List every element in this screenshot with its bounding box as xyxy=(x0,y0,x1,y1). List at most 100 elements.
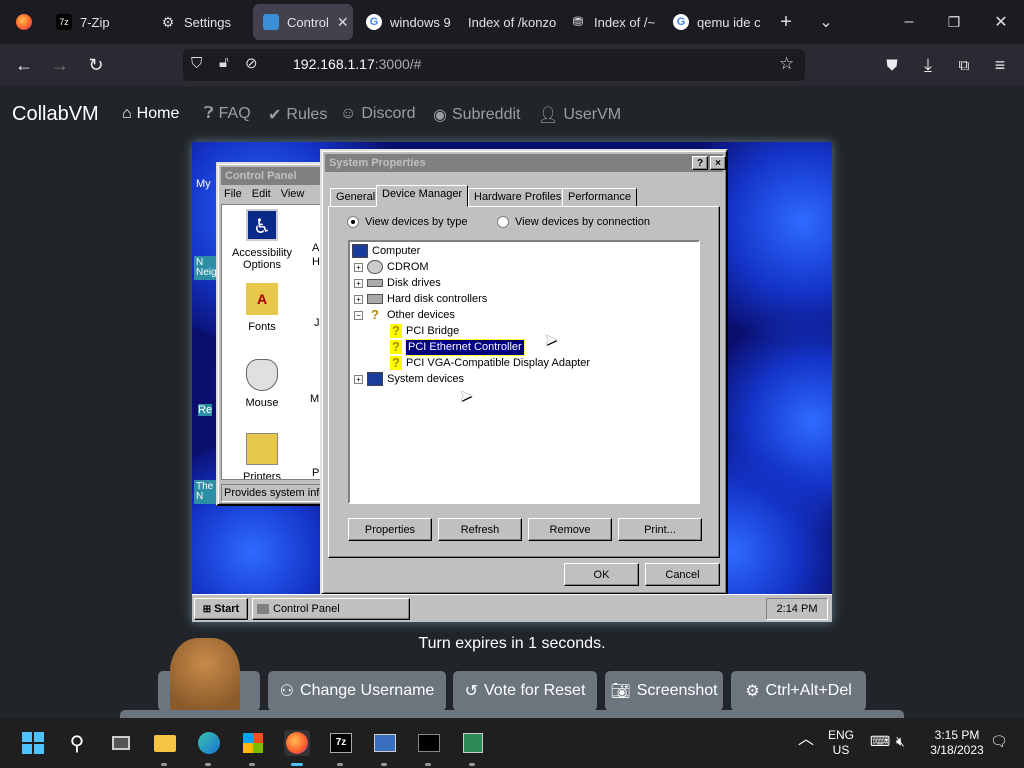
collapse-icon[interactable]: − xyxy=(354,310,363,320)
task-manager-icon[interactable] xyxy=(460,730,486,756)
7zip-taskbar-icon[interactable]: 7z xyxy=(328,730,354,756)
tab-general[interactable]: General xyxy=(330,188,382,207)
chevron-up-icon[interactable]: ︿ xyxy=(798,732,814,748)
cancel-button[interactable]: Cancel xyxy=(645,563,720,586)
nav-subreddit[interactable]: ◉ Subreddit xyxy=(433,105,520,125)
forward-icon[interactable]: → xyxy=(46,51,74,79)
tree-node-system-devices[interactable]: + System devices xyxy=(354,371,464,387)
control-panel-taskbar-icon[interactable] xyxy=(372,730,398,756)
refresh-button[interactable]: Refresh xyxy=(438,518,522,541)
terminal-icon[interactable] xyxy=(416,730,442,756)
tab-settings[interactable]: ⚙ Settings xyxy=(150,4,250,40)
reload-icon[interactable]: ↻ xyxy=(82,51,110,79)
radio-by-type[interactable] xyxy=(347,216,359,228)
close-dialog-button[interactable]: × xyxy=(710,156,726,170)
start-icon[interactable] xyxy=(20,730,46,756)
accessibility-options-item[interactable]: ♿︎ Accessibility Options xyxy=(227,209,297,271)
system-properties-dialog[interactable]: System Properties ? × General Device Man… xyxy=(320,149,728,595)
minimize-icon[interactable]: – xyxy=(895,8,923,36)
print-button[interactable]: Print... xyxy=(618,518,702,541)
tree-node-computer[interactable]: Computer xyxy=(352,243,420,259)
tab-windows9[interactable]: G windows 9 xyxy=(356,4,456,40)
menu-edit[interactable]: Edit xyxy=(252,188,271,200)
change-username-button[interactable]: ⚇ Change Username xyxy=(268,671,446,711)
tab-index-home[interactable]: ⛃ Index of /~ xyxy=(560,4,660,40)
task-view-icon[interactable] xyxy=(108,730,134,756)
desktop-label-my-computer[interactable]: My xyxy=(196,178,211,190)
nav-rules[interactable]: ✔ Rules xyxy=(268,105,327,125)
mouse-item[interactable]: Mouse xyxy=(227,359,297,409)
tree-node-disk-drives[interactable]: + Disk drives xyxy=(354,275,441,291)
pocket-icon[interactable]: ⛊ xyxy=(878,51,906,79)
screenshot-button[interactable]: 📷︎ Screenshot xyxy=(605,671,723,711)
notifications-icon[interactable]: 🗨︎ xyxy=(990,734,1008,749)
tree-node-pci-vga[interactable]: ? PCI VGA-Compatible Display Adapter xyxy=(390,355,590,371)
search-icon[interactable]: ⚲ xyxy=(64,730,90,756)
taskbar-control-panel-button[interactable]: Control Panel xyxy=(252,598,410,620)
permissions-icon[interactable]: ⊘ xyxy=(245,54,258,72)
tab-7zip[interactable]: 7z 7-Zip xyxy=(46,4,146,40)
vote-reset-button[interactable]: ↺ Vote for Reset xyxy=(453,671,597,711)
restore-icon[interactable]: ❐ xyxy=(940,8,968,36)
new-tab-icon[interactable]: + xyxy=(772,8,800,36)
radio-by-connection[interactable] xyxy=(497,216,509,228)
menu-view[interactable]: View xyxy=(281,188,305,200)
hamburger-menu-icon[interactable]: ≡ xyxy=(986,51,1014,79)
bookmark-star-icon[interactable]: ☆ xyxy=(779,54,794,74)
tab-device-manager[interactable]: Device Manager xyxy=(376,185,469,207)
properties-button[interactable]: Properties xyxy=(348,518,432,541)
store-icon[interactable] xyxy=(240,730,266,756)
desktop-label-network[interactable]: N Neig xyxy=(194,256,218,280)
desktop-label-recycle[interactable]: Re xyxy=(198,404,213,416)
back-icon[interactable]: ← xyxy=(10,51,38,79)
vm-screen[interactable]: My N Neig Re The N Control Panel File Edit… xyxy=(192,142,832,622)
url-text[interactable]: 192.168.1.17:3000/# xyxy=(293,56,421,72)
nav-home[interactable]: ⌂ Home xyxy=(122,105,179,123)
tree-node-hdc[interactable]: + Hard disk controllers xyxy=(354,291,487,307)
expand-icon[interactable]: + xyxy=(354,278,363,288)
help-button[interactable]: ? xyxy=(692,156,708,170)
firefox-menu-icon[interactable] xyxy=(6,4,36,40)
shield-icon[interactable]: ⛉ xyxy=(191,55,202,72)
expand-icon[interactable]: + xyxy=(354,262,363,272)
tree-node-pci-bridge[interactable]: ? PCI Bridge xyxy=(390,323,459,339)
close-window-icon[interactable]: ✕ xyxy=(987,8,1015,36)
ok-button[interactable]: OK xyxy=(564,563,639,586)
start-button[interactable]: ⊞ Start xyxy=(194,598,248,620)
url-bar[interactable]: ⛉ 🔓︎ ⊘ 192.168.1.17:3000/# ☆ xyxy=(183,49,805,81)
radio-by-connection-label[interactable]: View devices by connection xyxy=(515,216,650,228)
printers-item[interactable]: Printers xyxy=(227,433,297,479)
tab-performance[interactable]: Performance xyxy=(562,188,637,207)
control-panel-window[interactable]: Control Panel File Edit View ♿︎ Accessib… xyxy=(216,162,326,506)
system-properties-titlebar[interactable]: System Properties xyxy=(325,154,723,172)
extensions-icon[interactable]: ⧉ xyxy=(950,51,978,79)
nav-uservm[interactable]: 👤︎ UserVM xyxy=(538,105,621,125)
system-clock[interactable]: 3:15 PM 3/18/2023 xyxy=(924,728,990,758)
ctrl-alt-del-button[interactable]: ⚙ Ctrl+Alt+Del xyxy=(731,671,866,711)
nav-faq[interactable]: ❓︎ FAQ xyxy=(204,105,251,123)
expand-icon[interactable]: + xyxy=(354,294,363,304)
tree-node-other-devices[interactable]: − ? Other devices xyxy=(354,307,455,323)
fonts-item[interactable]: A Fonts xyxy=(227,283,297,333)
tab-index-konzo[interactable]: Index of /konzo xyxy=(458,4,558,40)
tab-qemu[interactable]: G qemu ide c xyxy=(663,4,763,40)
remove-button[interactable]: Remove xyxy=(528,518,612,541)
control-panel-titlebar[interactable]: Control Panel xyxy=(221,167,321,185)
radio-by-type-label[interactable]: View devices by type xyxy=(365,216,468,228)
downloads-icon[interactable]: ⤓ xyxy=(914,51,942,79)
tab-hardware-profiles[interactable]: Hardware Profiles xyxy=(468,188,568,207)
tree-node-cdrom[interactable]: + CDROM xyxy=(354,259,429,275)
firefox-taskbar-icon[interactable] xyxy=(284,730,310,756)
menu-file[interactable]: File xyxy=(224,188,242,200)
expand-icon[interactable]: + xyxy=(354,374,363,384)
nav-discord[interactable]: ☺ Discord xyxy=(340,105,416,123)
edge-icon[interactable] xyxy=(196,730,222,756)
close-tab-icon[interactable]: ✕ xyxy=(337,14,349,31)
device-tree[interactable]: Computer + CDROM + Disk drives + Hard di… xyxy=(348,240,700,504)
file-explorer-icon[interactable] xyxy=(152,730,178,756)
tree-node-pci-ethernet[interactable]: ? PCI Ethernet Controller xyxy=(390,338,525,356)
tab-list-icon[interactable]: ⌄ xyxy=(812,8,840,36)
volume-muted-icon[interactable]: 🔇︎ xyxy=(896,734,905,749)
site-brand[interactable]: CollabVM xyxy=(12,103,99,126)
lock-insecure-icon[interactable]: 🔓︎ xyxy=(219,54,229,71)
